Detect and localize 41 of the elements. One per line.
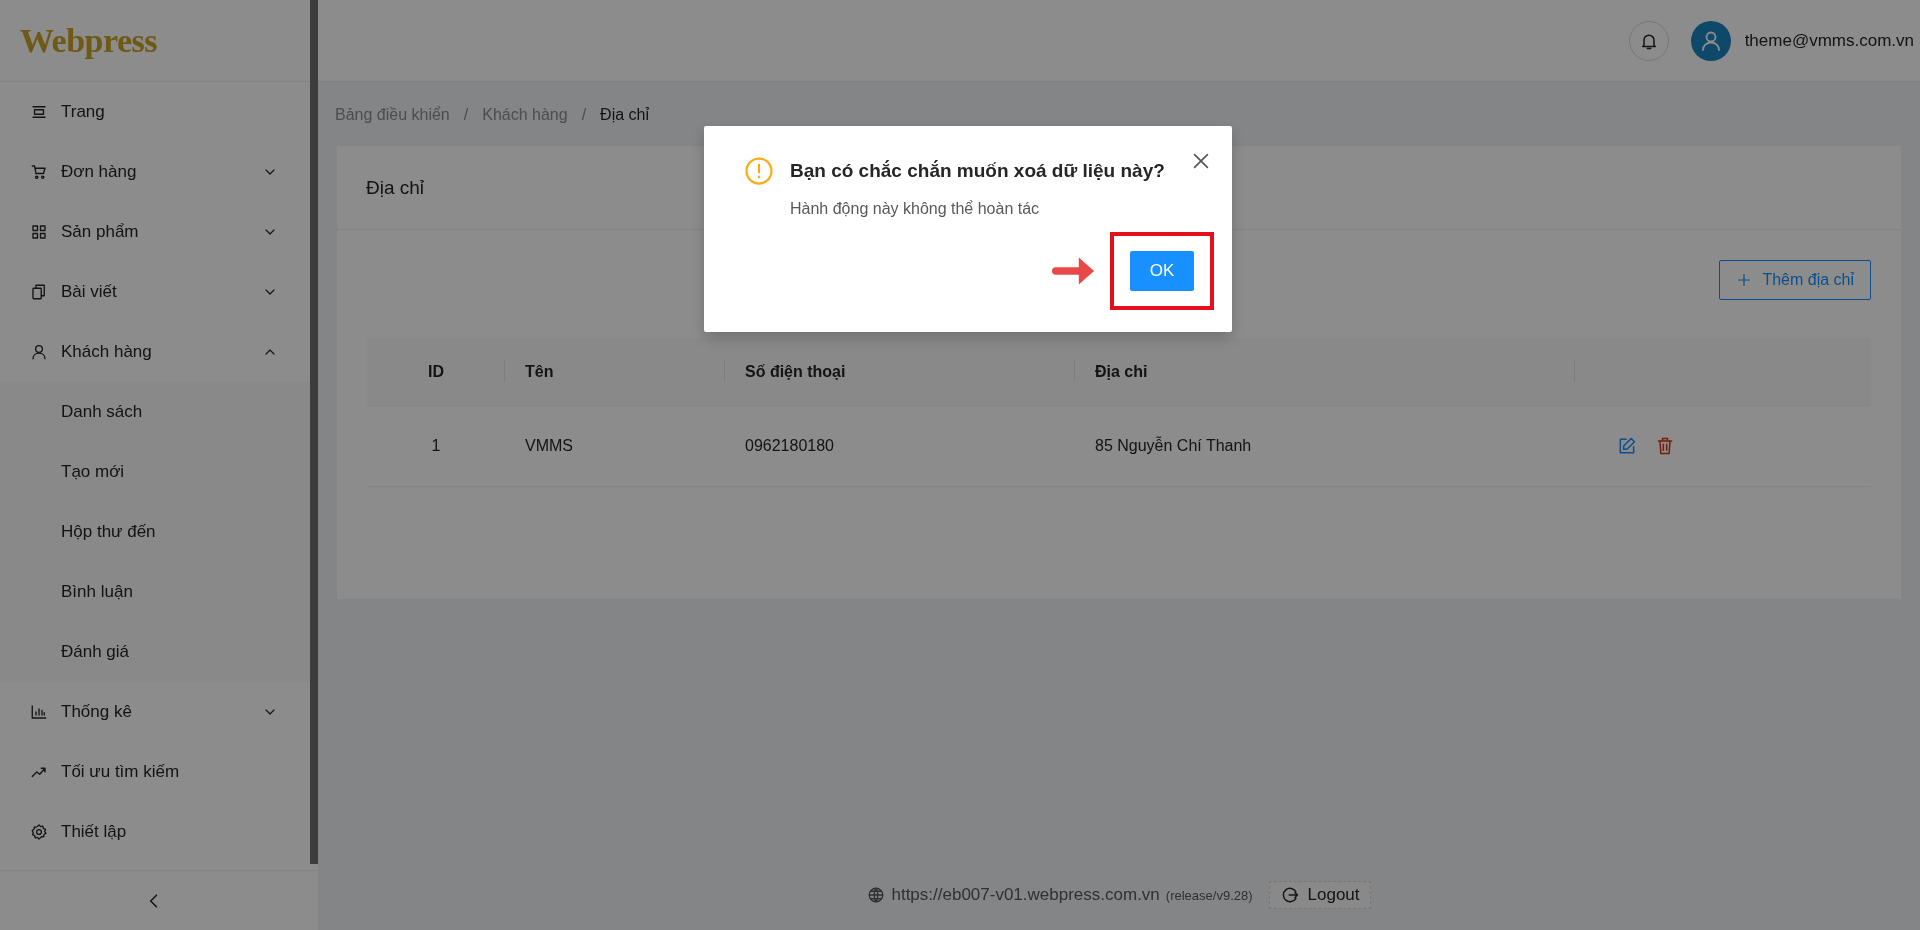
user-icon <box>30 343 48 361</box>
edit-icon[interactable] <box>1617 436 1637 456</box>
breadcrumb-separator: / <box>581 106 587 124</box>
grid-icon <box>30 223 48 241</box>
table-cell: VMMS <box>505 406 725 487</box>
table-cell: 0962180180 <box>725 406 1075 487</box>
table-cell: 85 Nguyễn Chí Thanh <box>1075 406 1575 487</box>
trash-icon[interactable] <box>1655 436 1675 456</box>
dialog-message: Hành động này không thể hoàn tác <box>790 200 1041 218</box>
user-email[interactable]: theme@vmms.com.vn <box>1744 30 1914 51</box>
list-icon <box>30 103 48 121</box>
sidebar-item[interactable]: Bài viết <box>0 262 310 322</box>
breadcrumb-separator: / <box>463 106 469 124</box>
scrollbar[interactable] <box>310 0 318 864</box>
sidebar-item[interactable]: Tối ưu tìm kiếm <box>0 742 310 802</box>
user-avatar[interactable] <box>1690 20 1731 61</box>
submenu-item[interactable]: Đánh giá <box>0 622 310 682</box>
gear-icon <box>30 823 48 841</box>
sidebar-item[interactable]: Sản phẩm <box>0 202 310 262</box>
copy-icon <box>30 283 48 301</box>
sidebar-item[interactable]: Khách hàng <box>0 322 310 382</box>
breadcrumb-item: Địa chỉ <box>600 106 649 124</box>
sidebar-item[interactable]: Thống kê <box>0 682 310 742</box>
submenu-item[interactable]: Bình luận <box>0 562 310 622</box>
site-url: https://eb007-v01.webpress.com.vn <box>891 885 1160 905</box>
bar-chart-icon <box>30 703 48 721</box>
globe-icon <box>867 886 886 904</box>
cart-icon <box>30 163 48 181</box>
sidebar-item[interactable]: Trang <box>0 82 310 142</box>
sidebar-item[interactable]: Đơn hàng <box>0 142 310 202</box>
submenu-item[interactable]: Danh sách <box>0 382 310 442</box>
ok-button[interactable]: OK <box>1130 251 1194 291</box>
submenu-item[interactable]: Tạo mới <box>0 442 310 502</box>
release-version: (release/v9.28) <box>1165 887 1253 903</box>
table-cell: 1 <box>367 406 505 487</box>
logout-button[interactable]: Logout <box>1268 881 1371 909</box>
warning-icon <box>744 156 774 186</box>
dialog-title: Bạn có chắc chắn muốn xoá dữ liệu này? <box>790 160 1165 182</box>
plus-icon <box>1736 272 1753 288</box>
sidebar-item[interactable]: Thiết lập <box>0 802 310 862</box>
submenu-item[interactable]: Hộp thư đến <box>0 502 310 562</box>
